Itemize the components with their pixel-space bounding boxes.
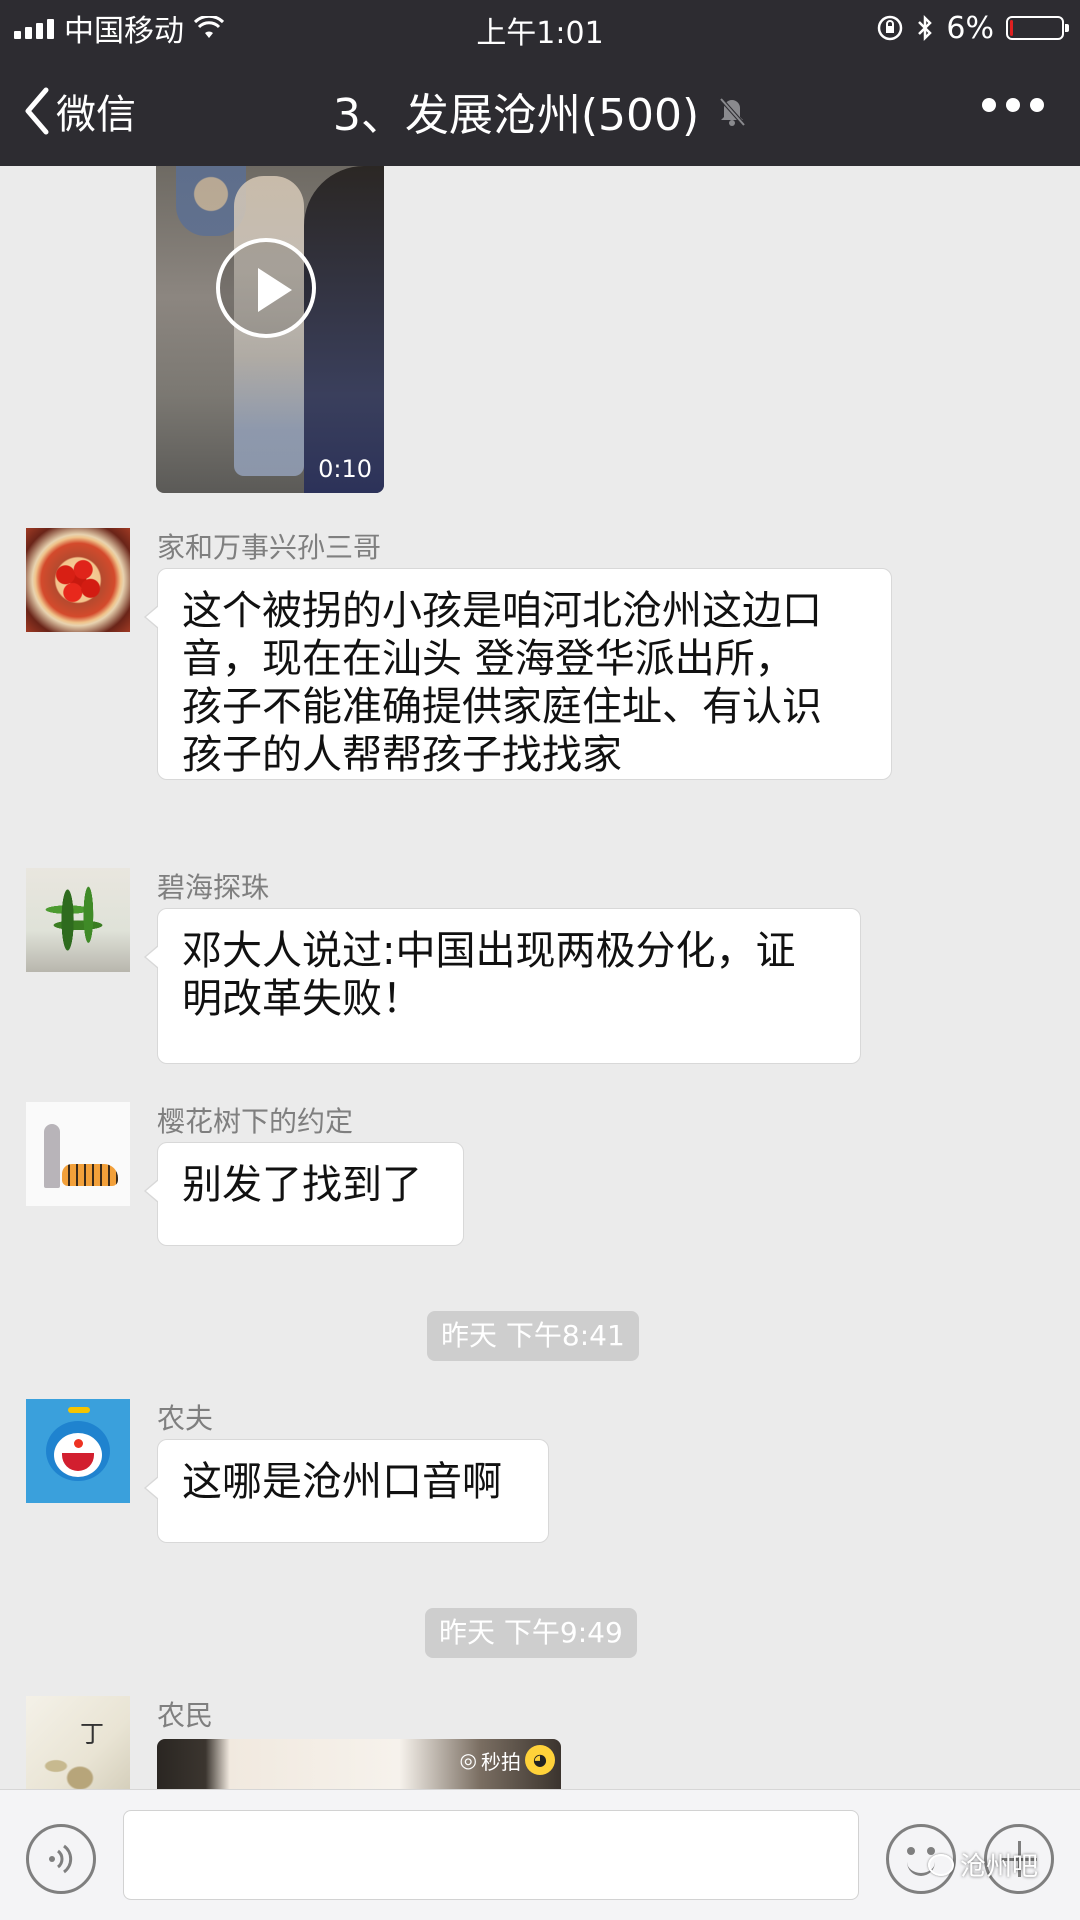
sender-name: 农夫 bbox=[157, 1402, 214, 1435]
mascot-icon: ◕ bbox=[525, 1745, 555, 1775]
play-icon[interactable] bbox=[216, 238, 316, 338]
chat-list[interactable]: 0:10 家和万事兴孙三哥 这个被拐的小孩是咱河北沧州这边口 音，现在在汕头 登… bbox=[0, 166, 1080, 1789]
message-text-line: 音，现在在汕头 登海登华派出所， bbox=[182, 636, 795, 682]
status-bar: 中国移动 上午1:01 6% bbox=[0, 0, 1080, 56]
message-text-line: 明改革失败！ bbox=[182, 976, 422, 1022]
message-text-line: 孩子的人帮帮孩子找找家 bbox=[182, 732, 622, 778]
chat-title: 3、发展沧州(500) bbox=[332, 90, 700, 141]
watermark-text: 沧州吧 bbox=[960, 1852, 1039, 1882]
avatar[interactable] bbox=[26, 1102, 130, 1206]
timestamp: 昨天 下午9:49 bbox=[425, 1608, 637, 1658]
sender-name: 农民 bbox=[157, 1699, 214, 1732]
avatar[interactable]: 丁 bbox=[26, 1696, 130, 1789]
sender-name: 家和万事兴孙三哥 bbox=[157, 531, 382, 564]
status-right: 6% bbox=[876, 8, 1069, 48]
input-bar bbox=[0, 1789, 1080, 1920]
avatar[interactable] bbox=[26, 868, 130, 972]
avatar-character: 丁 bbox=[80, 1720, 104, 1748]
wechat-group-chat-screen: 中国移动 上午1:01 6% 微信 3、发展沧州(500) 0:10 家和万事兴… bbox=[0, 0, 1080, 1920]
bluetooth-icon bbox=[918, 14, 933, 42]
avatar[interactable] bbox=[26, 528, 130, 632]
sender-name: 樱花树下的约定 bbox=[157, 1105, 354, 1138]
timestamp: 昨天 下午8:41 bbox=[427, 1311, 639, 1361]
video-duration: 0:10 bbox=[318, 455, 372, 483]
camera-icon: ◎ bbox=[459, 1748, 477, 1772]
video-source-label: 秒拍 bbox=[481, 1749, 521, 1774]
wechat-icon bbox=[928, 1853, 954, 1876]
watermark: 沧州吧 bbox=[928, 1846, 1038, 1883]
message-bubble[interactable]: 这个被拐的小孩是咱河北沧州这边口 音，现在在汕头 登海登华派出所， 孩子不能准确… bbox=[144, 568, 892, 780]
avatar[interactable] bbox=[26, 1399, 130, 1503]
message-text-line: 别发了找到了 bbox=[182, 1162, 422, 1208]
chat-title-wrap: 3、发展沧州(500) bbox=[0, 76, 1080, 146]
video-message[interactable]: ◎ 秒拍 ◕ bbox=[157, 1739, 561, 1789]
message-text-line: 这哪是沧州口音啊 bbox=[182, 1459, 502, 1505]
battery-level bbox=[1010, 20, 1013, 36]
message-bubble[interactable]: 邓大人说过:中国出现两极分化，证 明改革失败！ bbox=[144, 908, 861, 1064]
video-frame-person bbox=[304, 166, 384, 493]
more-icon bbox=[982, 98, 996, 112]
sender-name: 碧海探珠 bbox=[157, 871, 270, 904]
rotation-lock-icon bbox=[878, 15, 903, 41]
battery-icon bbox=[1006, 16, 1069, 40]
video-source-logo: ◎ 秒拍 ◕ bbox=[460, 1745, 555, 1775]
message-bubble[interactable]: 别发了找到了 bbox=[144, 1142, 464, 1246]
voice-button[interactable] bbox=[26, 1824, 96, 1894]
battery-percent: 6% bbox=[946, 10, 994, 46]
mute-bell-icon bbox=[719, 97, 746, 127]
video-message[interactable]: 0:10 bbox=[156, 166, 384, 493]
message-input[interactable] bbox=[123, 1810, 859, 1900]
nav-bar: 微信 3、发展沧州(500) bbox=[0, 56, 1080, 166]
message-bubble[interactable]: 这哪是沧州口音啊 bbox=[144, 1439, 549, 1543]
message-text-line: 孩子不能准确提供家庭住址、有认识 bbox=[182, 684, 822, 730]
voice-icon bbox=[49, 1844, 73, 1874]
message-text-line: 这个被拐的小孩是咱河北沧州这边口 bbox=[182, 588, 822, 634]
more-button[interactable] bbox=[982, 98, 1044, 112]
message-text-line: 邓大人说过:中国出现两极分化，证 bbox=[182, 928, 796, 974]
